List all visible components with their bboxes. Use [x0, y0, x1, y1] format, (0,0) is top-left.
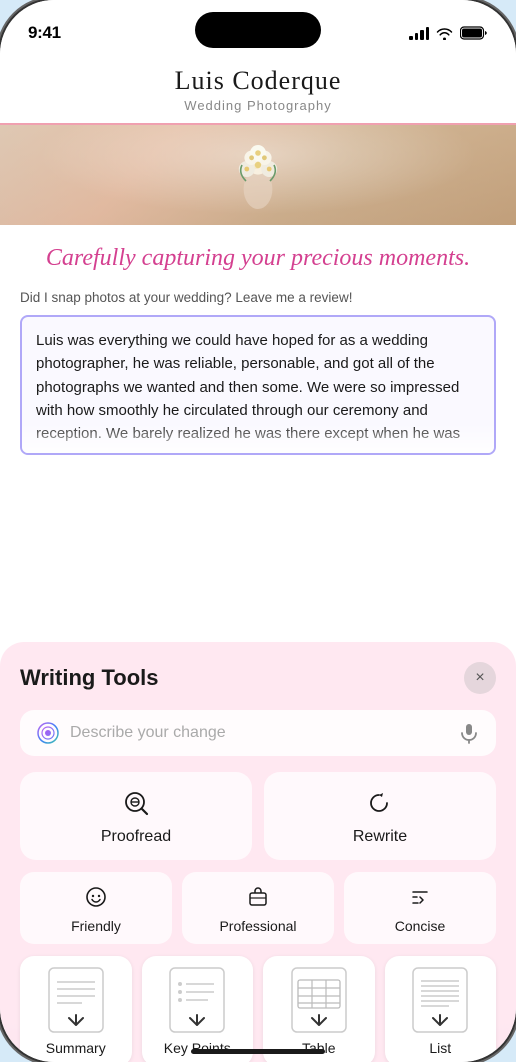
summary-doc-icon: [47, 966, 105, 1034]
writing-tools-title: Writing Tools: [20, 665, 159, 691]
microphone-icon[interactable]: [458, 722, 480, 744]
writing-tools-panel: Writing Tools ×: [0, 642, 516, 1062]
home-indicator: [191, 1049, 325, 1054]
proofread-button[interactable]: Proofread: [20, 772, 252, 860]
review-prompt: Did I snap photos at your wedding? Leave…: [0, 286, 516, 315]
concise-icon: [409, 886, 431, 912]
apple-intelligence-icon: [36, 721, 60, 745]
list-doc-icon: [411, 966, 469, 1034]
status-time: 9:41: [28, 23, 61, 43]
concise-label: Concise: [395, 918, 446, 934]
professional-button[interactable]: Professional: [182, 872, 334, 944]
friendly-icon: [85, 886, 107, 912]
tagline: Carefully capturing your precious moment…: [0, 225, 516, 286]
rewrite-button[interactable]: Rewrite: [264, 772, 496, 860]
table-button[interactable]: Table: [263, 956, 375, 1062]
tool-row-large: Proofread Rewrite: [20, 772, 496, 860]
key-points-button[interactable]: Key Points: [142, 956, 254, 1062]
rewrite-label: Rewrite: [353, 828, 407, 846]
battery-icon: [460, 26, 488, 40]
friendly-label: Friendly: [71, 918, 121, 934]
proofread-icon: [123, 790, 149, 820]
site-subtitle: Wedding Photography: [20, 98, 496, 113]
tool-row-small: Summary Key Points: [20, 956, 496, 1062]
dynamic-island: [195, 12, 321, 48]
close-button[interactable]: ×: [464, 662, 496, 694]
status-icons: [409, 26, 488, 40]
list-label: List: [429, 1040, 451, 1056]
table-doc-icon: [290, 966, 348, 1034]
summary-label: Summary: [46, 1040, 106, 1056]
wifi-icon: [436, 27, 453, 40]
writing-tools-header: Writing Tools ×: [20, 662, 496, 694]
review-text: Luis was everything we could have hoped …: [20, 315, 496, 455]
tool-row-medium: Friendly Professional: [20, 872, 496, 944]
professional-label: Professional: [219, 918, 296, 934]
list-button[interactable]: List: [385, 956, 497, 1062]
proofread-label: Proofread: [101, 828, 171, 846]
hero-image: [0, 125, 516, 225]
summary-button[interactable]: Summary: [20, 956, 132, 1062]
rewrite-icon: [367, 790, 393, 820]
concise-button[interactable]: Concise: [344, 872, 496, 944]
friendly-button[interactable]: Friendly: [20, 872, 172, 944]
site-header: Luis Coderque Wedding Photography: [0, 52, 516, 125]
site-title: Luis Coderque: [20, 66, 496, 96]
signal-icon: [409, 27, 429, 40]
key-points-doc-icon: [168, 966, 226, 1034]
describe-change-placeholder: Describe your change: [70, 724, 448, 742]
professional-icon: [247, 886, 269, 912]
page-content: Luis Coderque Wedding Photography: [0, 52, 516, 455]
describe-change-input-bar[interactable]: Describe your change: [20, 710, 496, 756]
phone-frame: 9:41 Luis: [0, 0, 516, 1062]
bouquet-decoration: [218, 133, 298, 218]
